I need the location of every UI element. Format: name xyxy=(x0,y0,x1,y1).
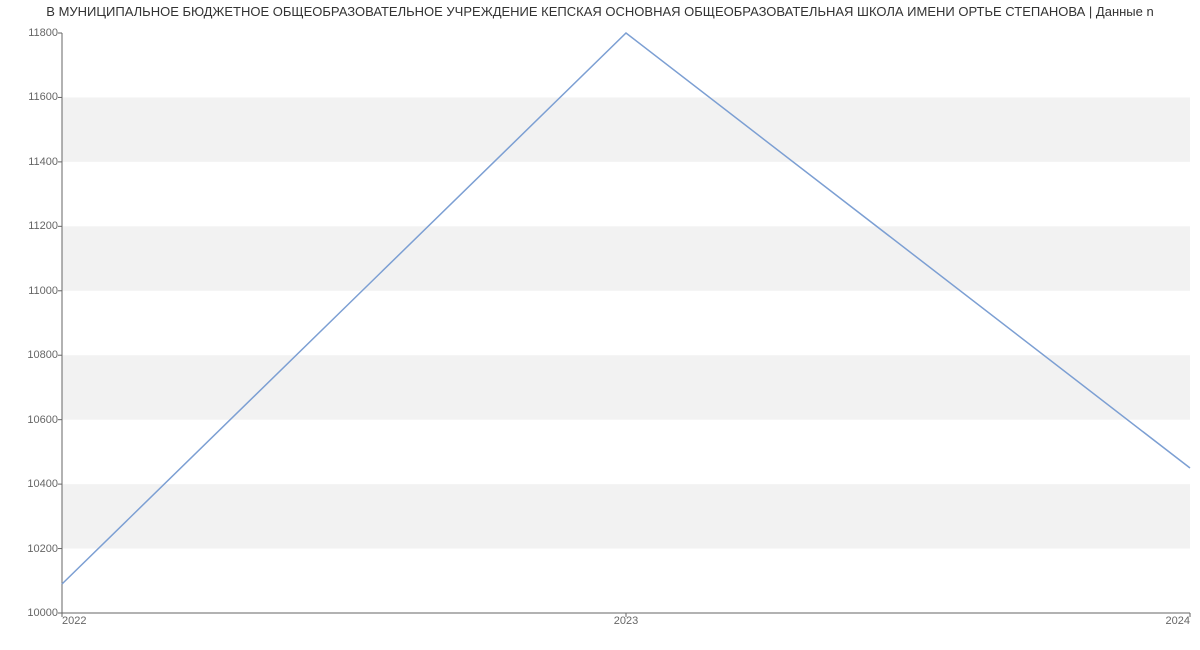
y-tick-label: 11400 xyxy=(28,156,58,168)
y-tick-label: 11000 xyxy=(28,285,58,297)
chart-container: В МУНИЦИПАЛЬНОЕ БЮДЖЕТНОЕ ОБЩЕОБРАЗОВАТЕ… xyxy=(0,0,1200,650)
chart-plot xyxy=(62,33,1190,613)
x-tick-label: 2024 xyxy=(1166,615,1190,627)
y-tick-label: 11800 xyxy=(28,27,58,39)
x-tick-label: 2023 xyxy=(614,615,638,627)
y-tick-label: 10800 xyxy=(27,349,58,361)
chart-title: В МУНИЦИПАЛЬНОЕ БЮДЖЕТНОЕ ОБЩЕОБРАЗОВАТЕ… xyxy=(0,4,1200,19)
x-tick-label: 2022 xyxy=(62,615,86,627)
y-tick-label: 10400 xyxy=(27,478,58,490)
y-tick-label: 11200 xyxy=(28,220,58,232)
y-tick-label: 10600 xyxy=(27,414,58,426)
y-tick-label: 10000 xyxy=(27,607,58,619)
y-tick-label: 11600 xyxy=(28,91,58,103)
y-tick-label: 10200 xyxy=(27,543,58,555)
